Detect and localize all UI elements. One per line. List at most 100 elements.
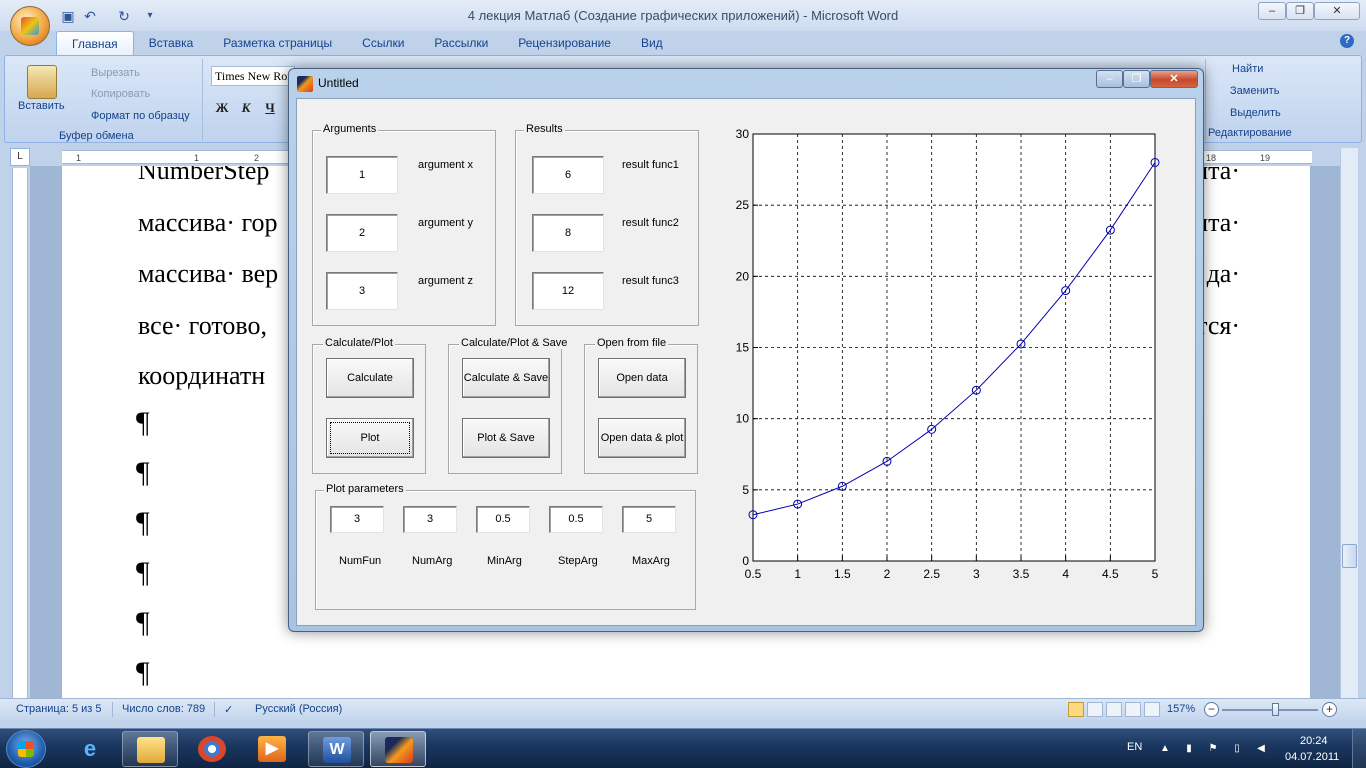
figure-maximize-button[interactable]: ❐ — [1123, 70, 1150, 88]
vertical-scrollbar[interactable] — [1340, 148, 1358, 698]
folder-icon — [137, 737, 165, 763]
show-hidden-icons-icon[interactable]: ▲ — [1158, 743, 1172, 755]
help-icon[interactable]: ? — [1340, 34, 1354, 48]
doc-text-line: NumberStep — [138, 166, 270, 185]
clipboard-group-label: Буфер обмена — [59, 130, 134, 142]
minarg-input[interactable]: 0.5 — [476, 506, 530, 533]
copy-button[interactable]: Копировать — [91, 88, 150, 100]
window-title: 4 лекция Матлаб (Создание графических пр… — [467, 8, 899, 23]
tab-mailings[interactable]: Рассылки — [419, 31, 503, 55]
taskbar-word[interactable]: W — [308, 731, 364, 767]
zoom-out-icon[interactable]: − — [1204, 702, 1219, 717]
calculate-plot-panel: Calculate/Plot Calculate Plot — [312, 337, 426, 474]
y-tick-label: 15 — [736, 341, 750, 355]
numarg-input[interactable]: 3 — [403, 506, 457, 533]
clock-time[interactable]: 20:24 — [1300, 735, 1328, 747]
find-button[interactable]: Найти — [1232, 63, 1263, 75]
zoom-slider[interactable] — [1222, 709, 1318, 711]
tab-view[interactable]: Вид — [626, 31, 678, 55]
steparg-label: StepArg — [558, 555, 598, 567]
paste-button[interactable]: Вставить — [18, 100, 65, 112]
argument-x-input[interactable]: 1 — [326, 156, 398, 194]
draft-view-icon[interactable] — [1144, 702, 1160, 717]
print-layout-view-icon[interactable] — [1068, 702, 1084, 717]
close-button[interactable]: ✕ — [1314, 2, 1360, 20]
panel-title: Open from file — [595, 337, 669, 349]
clock-date[interactable]: 04.07.2011 — [1285, 751, 1339, 763]
figure-title: Untitled — [318, 76, 359, 90]
replace-button[interactable]: Заменить — [1230, 85, 1279, 97]
language-indicator[interactable]: Русский (Россия) — [255, 703, 342, 715]
full-screen-reading-icon[interactable] — [1087, 702, 1103, 717]
tab-selector[interactable]: L — [10, 148, 30, 166]
office-button[interactable] — [10, 6, 50, 46]
minimize-button[interactable]: ‒ — [1258, 2, 1286, 20]
zoom-level[interactable]: 157% — [1167, 703, 1195, 715]
steparg-input[interactable]: 0.5 — [549, 506, 603, 533]
result-func2-field[interactable]: 8 — [532, 214, 604, 252]
flag-icon[interactable]: ⚑ — [1206, 743, 1220, 755]
plot-button[interactable]: Plot — [326, 418, 414, 458]
language-indicator[interactable]: EN — [1127, 741, 1142, 753]
results-panel: Results 6 result func1 8 result func2 12… — [515, 123, 699, 326]
volume-icon[interactable]: ◀ — [1254, 743, 1268, 755]
format-painter-button[interactable]: Формат по образцу — [91, 110, 190, 122]
taskbar-explorer[interactable] — [122, 731, 178, 767]
bold-button[interactable]: Ж — [211, 98, 233, 118]
y-tick-label: 10 — [736, 412, 750, 426]
paste-icon[interactable] — [27, 65, 57, 99]
arguments-panel: Arguments 1 argument x 2 argument y 3 ar… — [312, 123, 496, 326]
font-name-box[interactable]: Times New Roman — [211, 66, 295, 86]
paragraph-mark: ¶ — [136, 556, 150, 589]
page-indicator[interactable]: Страница: 5 из 5 — [16, 703, 102, 715]
zoom-slider-thumb[interactable] — [1272, 703, 1279, 716]
plot-save-button[interactable]: Plot & Save — [462, 418, 550, 458]
open-data-button[interactable]: Open data — [598, 358, 686, 398]
start-button[interactable] — [6, 730, 46, 768]
figure-close-button[interactable]: ✕ — [1150, 70, 1198, 88]
network-icon[interactable]: ▮ — [1182, 743, 1196, 755]
vertical-ruler[interactable] — [12, 168, 28, 698]
numarg-label: NumArg — [412, 555, 453, 567]
tab-references[interactable]: Ссылки — [347, 31, 419, 55]
scrollbar-thumb[interactable] — [1342, 544, 1357, 568]
outline-view-icon[interactable] — [1125, 702, 1141, 717]
web-layout-icon[interactable] — [1106, 702, 1122, 717]
spellcheck-icon[interactable]: ✓ — [224, 703, 233, 716]
power-icon[interactable]: ▯ — [1230, 743, 1244, 755]
maximize-button[interactable]: ❐ — [1286, 2, 1314, 20]
italic-button[interactable]: К — [235, 98, 257, 118]
x-tick-label: 2.5 — [923, 567, 940, 581]
taskbar-app-eye[interactable] — [184, 731, 240, 767]
tab-review[interactable]: Рецензирование — [503, 31, 626, 55]
taskbar-matlab[interactable] — [370, 731, 426, 767]
numfun-input[interactable]: 3 — [330, 506, 384, 533]
tab-page-layout[interactable]: Разметка страницы — [208, 31, 347, 55]
result-func1-field[interactable]: 6 — [532, 156, 604, 194]
grid — [752, 133, 1156, 562]
cut-button[interactable]: Вырезать — [91, 67, 140, 79]
calculate-save-button[interactable]: Calculate & Save — [462, 358, 550, 398]
select-button[interactable]: Выделить — [1230, 107, 1281, 119]
paragraph-mark: ¶ — [136, 406, 150, 439]
argument-z-input[interactable]: 3 — [326, 272, 398, 310]
calculate-button[interactable]: Calculate — [326, 358, 414, 398]
tab-home[interactable]: Главная — [56, 31, 134, 55]
open-data-plot-button[interactable]: Open data & plot — [598, 418, 686, 458]
argument-y-input[interactable]: 2 — [326, 214, 398, 252]
result-func3-field[interactable]: 12 — [532, 272, 604, 310]
taskbar-media[interactable]: ▶ — [244, 731, 300, 767]
figure-minimize-button[interactable]: ‒ — [1096, 70, 1123, 88]
matlab-taskbar-icon — [385, 737, 413, 763]
taskbar-ie[interactable]: e — [62, 731, 118, 767]
editing-group-label: Редактирование — [1208, 127, 1292, 139]
show-desktop-button[interactable] — [1352, 729, 1366, 768]
panel-title: Plot parameters — [324, 483, 406, 495]
argument-x-label: argument x — [418, 159, 474, 171]
underline-button[interactable]: Ч — [259, 98, 281, 118]
plot-axes[interactable]: 0.5 1 1.5 2 2.5 3 3.5 4 4.5 5 0 5 10 15 20 25 30 — [717, 119, 1177, 599]
tab-insert[interactable]: Вставка — [134, 31, 209, 55]
zoom-in-icon[interactable]: + — [1322, 702, 1337, 717]
word-count[interactable]: Число слов: 789 — [122, 703, 205, 715]
maxarg-input[interactable]: 5 — [622, 506, 676, 533]
